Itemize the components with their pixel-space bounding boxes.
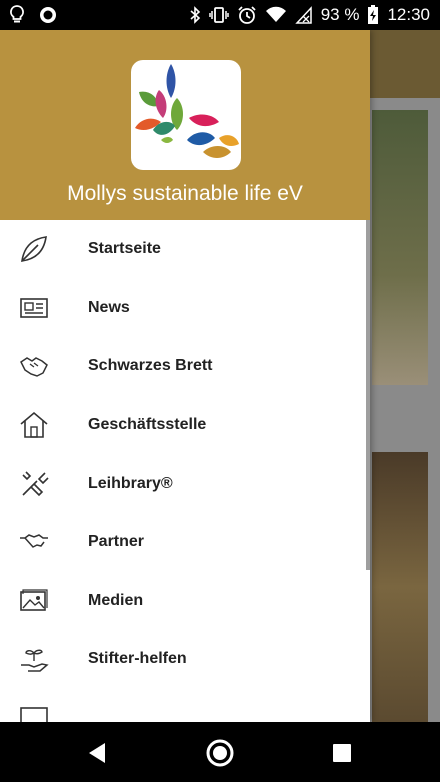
- tools-icon: [16, 466, 52, 502]
- app-bar: [370, 30, 440, 98]
- menu-item-geschaeftsstelle[interactable]: Geschäftsstelle: [0, 396, 370, 455]
- system-nav-bar: [0, 722, 440, 782]
- content-card-image[interactable]: [372, 110, 428, 385]
- menu-item-label: News: [88, 298, 130, 316]
- battery-charging-icon: [367, 5, 379, 25]
- menu-item-label: Schwarzes Brett: [88, 357, 213, 375]
- menu-item-partial[interactable]: [0, 689, 370, 722]
- handshake-icon: [16, 348, 52, 384]
- bluetooth-icon: [189, 6, 201, 24]
- home-icon: [16, 407, 52, 443]
- status-bar: 93 % 12:30: [0, 0, 440, 30]
- menu-item-label: Geschäftsstelle: [88, 416, 207, 434]
- menu-item-partner[interactable]: Partner: [0, 513, 370, 572]
- newspaper-icon: [16, 290, 52, 326]
- menu-item-medien[interactable]: Medien: [0, 572, 370, 631]
- drawer-title: Mollys sustainable life eV: [67, 182, 303, 205]
- recents-icon[interactable]: [325, 736, 359, 770]
- menu-item-startseite[interactable]: Startseite: [0, 220, 370, 279]
- clock: 12:30: [387, 5, 430, 24]
- battery-percent: 93 %: [320, 5, 360, 24]
- signal-icon: [294, 6, 313, 24]
- drawer-scrollbar[interactable]: [366, 220, 370, 570]
- navigation-drawer: Mollys sustainable life eV Startseite Ne…: [0, 30, 370, 722]
- menu-item-schwarzes-brett[interactable]: Schwarzes Brett: [0, 337, 370, 396]
- home-circle-icon[interactable]: [203, 736, 237, 770]
- content-card-image[interactable]: [372, 452, 428, 722]
- menu-item-label: Stifter-helfen: [88, 650, 187, 668]
- menu-item-label: Leihbrary®: [88, 474, 173, 492]
- menu-item-icon: [16, 700, 52, 722]
- menu-item-label: Partner: [88, 533, 145, 551]
- leaf-icon: [16, 231, 52, 267]
- alarm-icon: [237, 5, 257, 25]
- partner-handshake-icon: [16, 524, 52, 560]
- drawer-menu: Startseite News Schwarzes Brett Geschäft…: [0, 220, 370, 722]
- record-icon: [38, 5, 58, 25]
- bulb-icon: [10, 5, 24, 25]
- menu-item-stifter-helfen[interactable]: Stifter-helfen: [0, 630, 370, 689]
- menu-item-label: Medien: [88, 591, 144, 609]
- drawer-header: Mollys sustainable life eV: [0, 30, 370, 220]
- wifi-icon: [265, 6, 287, 24]
- menu-item-label: Startseite: [88, 240, 161, 258]
- image-gallery-icon: [16, 583, 52, 619]
- menu-item-leihbrary[interactable]: Leihbrary®: [0, 454, 370, 513]
- back-icon[interactable]: [80, 736, 114, 770]
- app-logo: [131, 60, 241, 170]
- vibrate-icon: [208, 6, 229, 24]
- plant-hand-icon: [16, 641, 52, 677]
- menu-item-news[interactable]: News: [0, 279, 370, 338]
